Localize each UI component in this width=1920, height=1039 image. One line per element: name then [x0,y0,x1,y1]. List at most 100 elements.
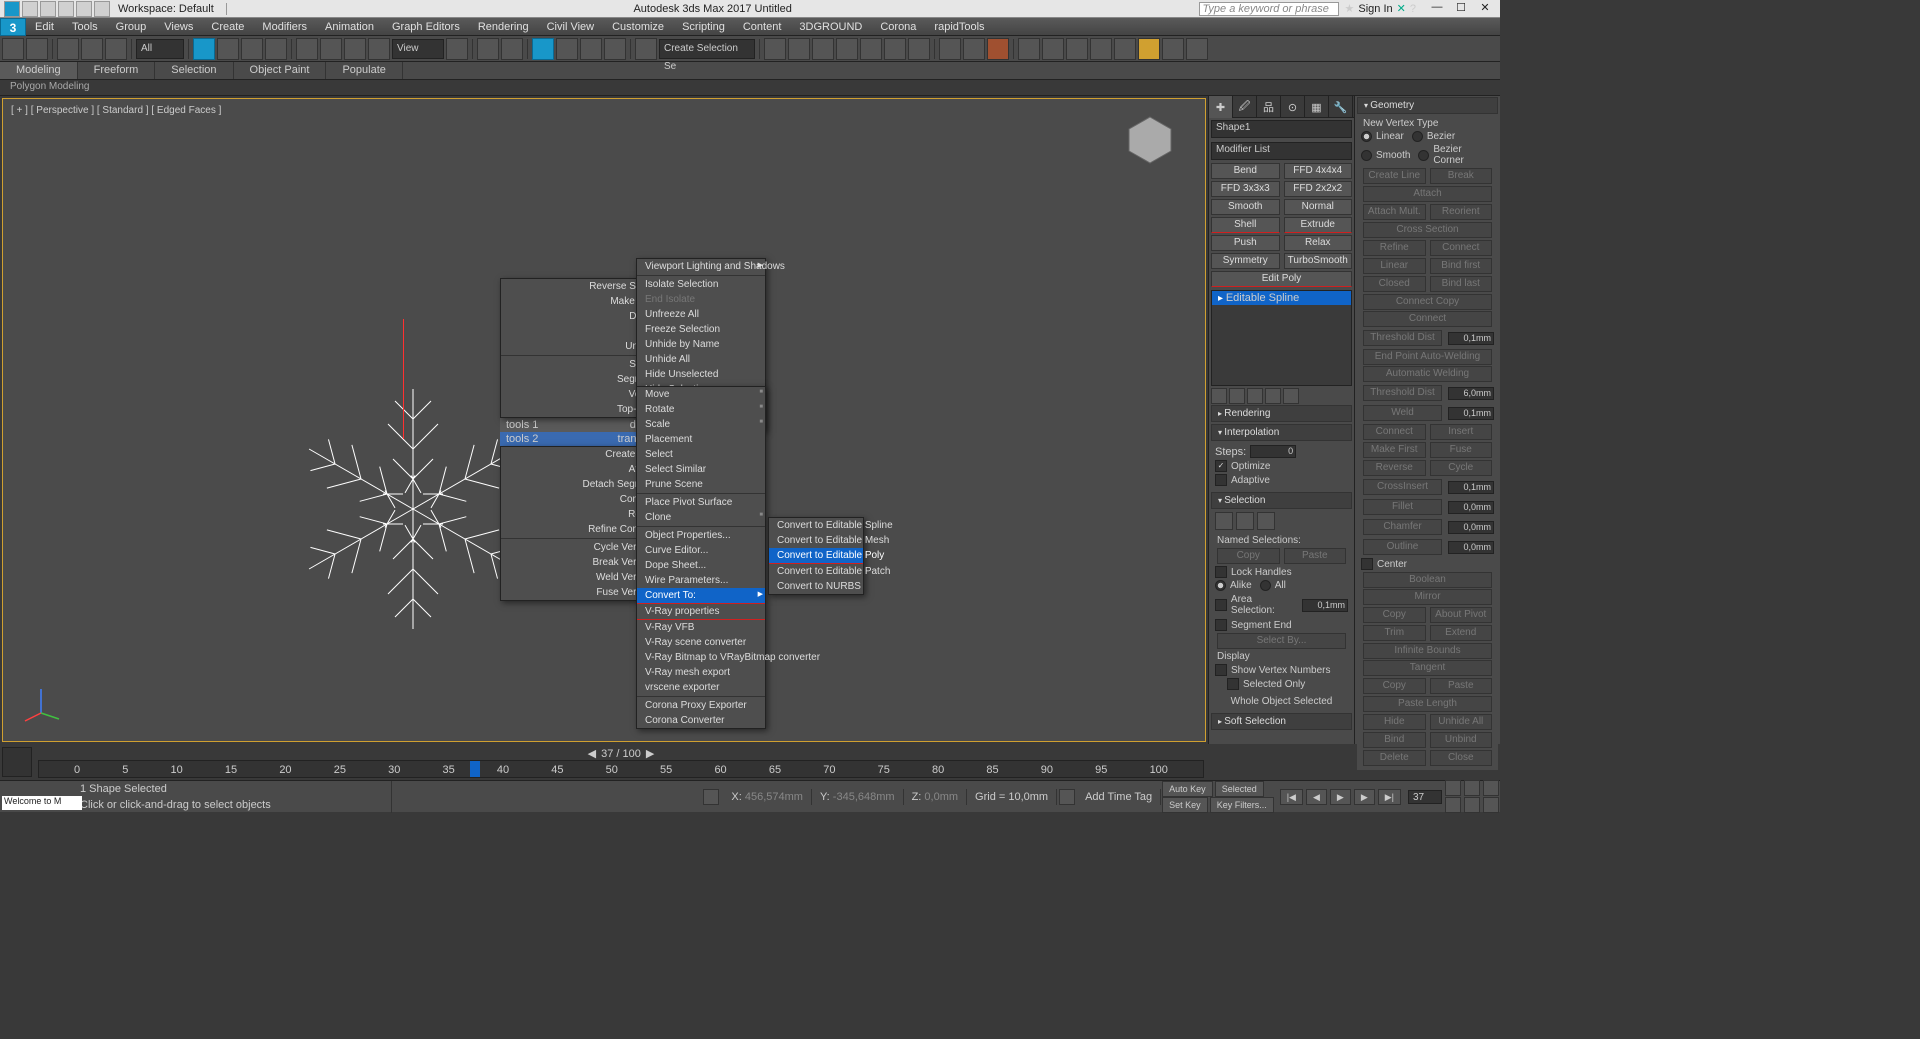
material-editor-button[interactable] [908,38,930,60]
render-button[interactable] [987,38,1009,60]
qm-move[interactable]: Move [637,387,765,402]
align-button[interactable] [788,38,810,60]
pivot-button[interactable] [446,38,468,60]
prev-frame-icon[interactable]: ◀ [1306,789,1327,805]
rad-alike[interactable]: Alike [1215,579,1252,592]
mirror-button[interactable] [764,38,786,60]
qm-dope-sheet[interactable]: Dope Sheet... [637,558,765,573]
geom-btn[interactable]: Outline [1363,539,1442,555]
geom-btn[interactable]: Tangent [1363,660,1492,676]
modifier-stack[interactable]: ▸ Editable Spline [1211,290,1352,386]
geom-btn[interactable]: Fillet [1363,499,1442,515]
geom-spin[interactable]: 0,1mm [1448,332,1494,345]
geom-btn[interactable]: Bind last [1430,276,1493,292]
mod-bend[interactable]: Bend [1211,163,1280,179]
qm-corona-converter[interactable]: Corona Converter [637,713,765,728]
menu-rendering[interactable]: Rendering [469,19,538,35]
snap-toggle[interactable] [532,38,554,60]
subobj-spline-icon[interactable] [1257,512,1275,530]
rad-all[interactable]: All [1260,579,1286,592]
geom-btn[interactable]: Closed [1363,276,1426,292]
mod-ffd222[interactable]: FFD 2x2x2 [1284,181,1353,197]
rotate-button[interactable] [320,38,342,60]
chk-adaptive[interactable]: Adaptive [1215,473,1348,487]
qm-convert-to[interactable]: Convert To: [637,588,765,604]
mod-ffd333[interactable]: FFD 3x3x3 [1211,181,1280,197]
mod-smooth[interactable]: Smooth [1211,199,1280,215]
chk-show-vtx-num[interactable]: Show Vertex Numbers [1215,663,1348,677]
geom-btn[interactable]: Attach [1363,186,1492,202]
stack-pin-icon[interactable] [1211,388,1227,404]
named-sel-dropdown[interactable]: Create Selection Se [659,39,755,59]
next-frame-icon[interactable]: ▶ [1354,789,1375,805]
chk-area-sel[interactable]: Area Selection: [1215,593,1298,617]
geom-btn[interactable]: Fuse [1430,442,1493,458]
ref-coord-dropdown[interactable]: View [392,39,444,59]
geom-btn[interactable]: Bind first [1430,258,1493,274]
geom-btn[interactable]: Make First [1363,442,1426,458]
maximize-button[interactable]: ☐ [1450,1,1472,16]
lock-icon[interactable] [703,789,719,805]
viewport-label[interactable]: [ + ] [ Perspective ] [ Standard ] [ Edg… [11,105,221,116]
menu-civilview[interactable]: Civil View [538,19,603,35]
corona-2[interactable] [1042,38,1064,60]
ribbon-modeling[interactable]: Modeling [0,62,78,79]
qm-rotate[interactable]: Rotate [637,402,765,417]
redo-button[interactable] [26,38,48,60]
named-sel-button[interactable] [635,38,657,60]
geom-btn[interactable]: Connect [1430,240,1493,256]
corona-8[interactable] [1186,38,1208,60]
menu-animation[interactable]: Animation [316,19,383,35]
qm-corona-proxy[interactable]: Corona Proxy Exporter [637,698,765,713]
ribbon-populate[interactable]: Populate [326,62,402,79]
menu-group[interactable]: Group [107,19,156,35]
nav-fov-icon[interactable] [1464,797,1480,813]
geom-btn[interactable]: Connect [1363,424,1426,440]
schematic-button[interactable] [884,38,906,60]
nav-zoomext-icon[interactable] [1483,780,1499,796]
chk-selected-only[interactable]: Selected Only [1227,677,1348,691]
workspace-selector[interactable]: Workspace: Default [114,3,227,15]
qm-freeze-sel[interactable]: Freeze Selection [637,322,765,337]
qm-select[interactable]: Select [637,447,765,462]
chk-optimize[interactable]: Optimize [1215,459,1348,473]
stack-show-icon[interactable] [1229,388,1245,404]
menu-tools[interactable]: Tools [63,19,107,35]
object-name-field[interactable]: Shape1 [1211,120,1352,138]
tab-utilities[interactable]: 🔧 [1329,96,1353,118]
mod-editpoly[interactable]: Edit Poly [1211,271,1352,287]
qm-vray-mesh-export[interactable]: V-Ray mesh export [637,665,765,680]
setkey-button[interactable]: Set Key [1162,797,1208,813]
qat-undo[interactable] [76,1,92,17]
goto-end-icon[interactable]: ▶| [1378,789,1401,805]
signin-link[interactable]: Sign In [1358,3,1392,15]
geom-btn[interactable]: Attach Mult. [1363,204,1426,220]
undo-button[interactable] [2,38,24,60]
geom-btn[interactable]: Chamfer [1363,519,1442,535]
convert-nurbs[interactable]: Convert to NURBS [769,579,863,594]
geom-btn[interactable]: Weld [1363,405,1442,421]
geom-btn[interactable]: Threshold Dist [1363,385,1442,401]
qm-vray-vfb[interactable]: V-Ray VFB [637,620,765,635]
tab-modify[interactable]: 🖉 [1233,96,1257,118]
menu-customize[interactable]: Customize [603,19,673,35]
goto-start-icon[interactable]: |◀ [1280,789,1303,805]
tab-create[interactable]: ✚ [1209,96,1233,118]
subribbon-polymodeling[interactable]: Polygon Modeling [0,80,100,95]
rollout-rendering[interactable]: Rendering [1211,405,1352,422]
menu-views[interactable]: Views [155,19,202,35]
qm-wire-params[interactable]: Wire Parameters... [637,573,765,588]
geom-btn[interactable]: Connect Copy [1363,294,1492,310]
geom-spin[interactable]: 0,0mm [1448,501,1494,514]
nav-orbit-icon[interactable] [1445,797,1461,813]
ribbon-objectpaint[interactable]: Object Paint [234,62,327,79]
geom-chk[interactable]: Center [1361,557,1494,571]
mod-shell[interactable]: Shell [1211,217,1280,233]
geom-btn[interactable]: End Point Auto-Welding [1363,349,1492,365]
keyfilters-button[interactable]: Key Filters... [1210,797,1274,813]
qm-prune-scene[interactable]: Prune Scene [637,477,765,492]
render-frame-button[interactable] [963,38,985,60]
selection-filter[interactable]: All [136,39,184,59]
convert-editable-mesh[interactable]: Convert to Editable Mesh [769,533,863,548]
geom-btn[interactable]: Threshold Dist [1363,330,1442,346]
